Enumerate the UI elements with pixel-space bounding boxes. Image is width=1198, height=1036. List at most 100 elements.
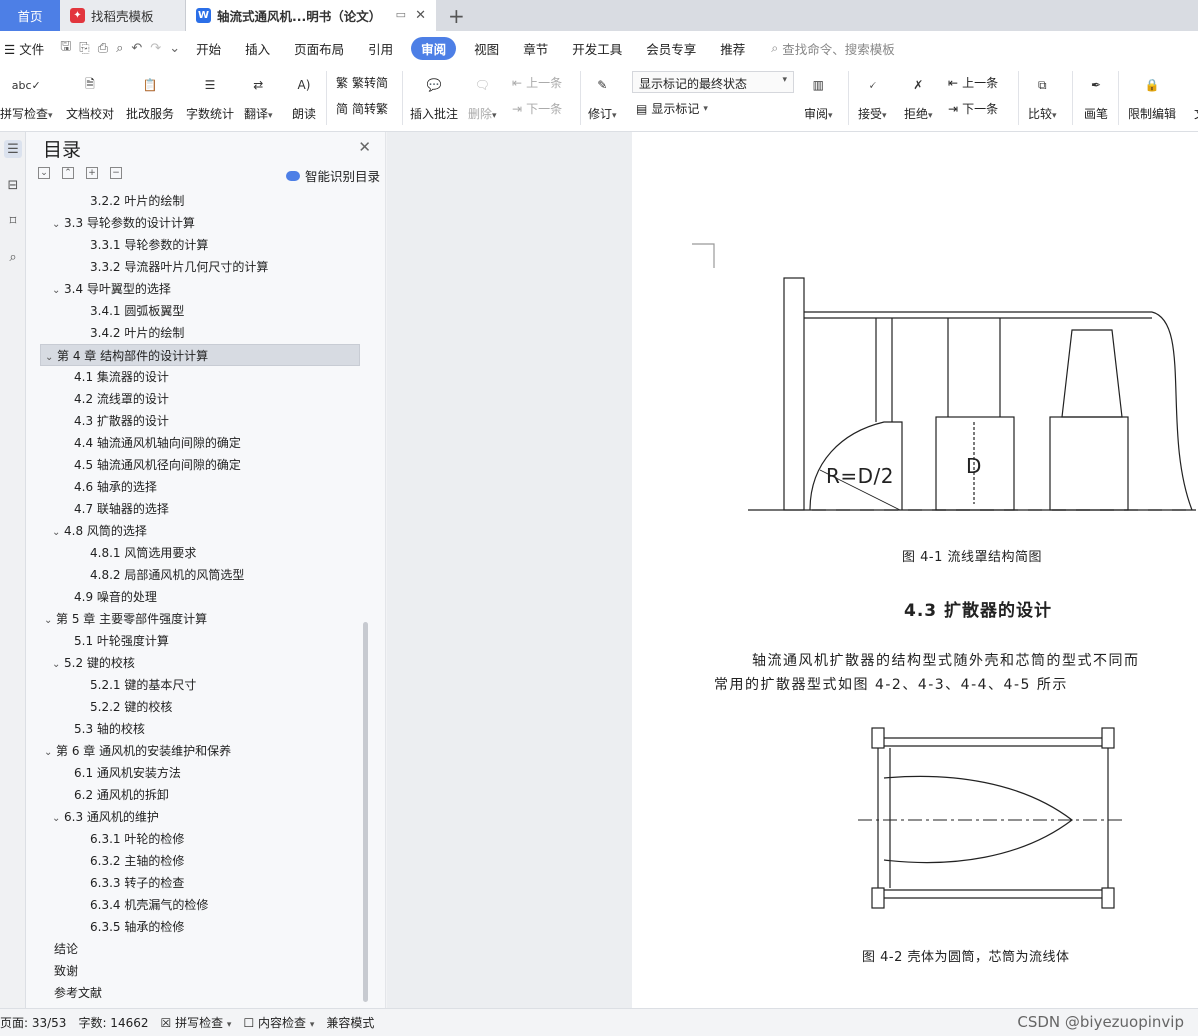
spell-check-status[interactable]: ☒ 拼写检查 ▾ [155, 1014, 238, 1031]
toc-item[interactable]: 3.4.2 叶片的绘制 [40, 322, 360, 344]
toc-item[interactable]: ⌄ 3.3 导轮参数的设计计算 [40, 212, 360, 234]
content-check-status[interactable]: ☐ 内容检查 ▾ [237, 1014, 320, 1031]
chapter-nav-icon[interactable]: ⊟ [4, 176, 22, 194]
expand-all-icon[interactable]: ⌄ [38, 167, 50, 179]
show-markup-button[interactable]: ▤ 显示标记 ▾ [636, 100, 708, 117]
toc-item[interactable]: 4.8.2 局部通风机的风筒选型 [40, 564, 360, 586]
toc-item[interactable]: 参考文献 [40, 982, 360, 1004]
toc-item[interactable]: ⌄ 4.8 风筒的选择 [40, 520, 360, 542]
toc-item[interactable]: 6.3.4 机壳漏气的检修 [40, 894, 360, 916]
prev-change-button[interactable]: ⇤ 上一条 [948, 74, 998, 91]
menu-developer[interactable]: 开发工具 [560, 39, 634, 58]
export-pdf-icon[interactable]: ⎘ [75, 41, 93, 56]
restrict-edit-button[interactable]: 🔒 限制编辑 [1128, 71, 1176, 122]
toc-item[interactable]: 4.7 联轴器的选择 [40, 498, 360, 520]
delete-comment-button[interactable]: 🗨 删除▾ [468, 71, 497, 122]
next-comment-button[interactable]: ⇥ 下一条 [512, 100, 562, 117]
read-aloud-button[interactable]: A) 朗读 [290, 71, 318, 122]
menu-review[interactable]: 审阅 [411, 36, 457, 60]
ink-button[interactable]: ✒ 画笔 [1082, 71, 1110, 122]
toc-item[interactable]: 6.3.1 叶轮的检修 [40, 828, 360, 850]
print-icon[interactable]: ⎙ [94, 41, 112, 56]
search-icon[interactable]: ⌕ [4, 248, 22, 266]
tab-home[interactable]: 首页 [0, 0, 60, 31]
chevron-down-icon[interactable]: ⌄ [44, 610, 56, 632]
chevron-down-icon[interactable]: ⌄ [52, 654, 64, 676]
compare-button[interactable]: ⧉ 比较▾ [1028, 71, 1057, 122]
toc-item[interactable]: 4.2 流线罩的设计 [40, 388, 360, 410]
menu-chapter[interactable]: 章节 [511, 39, 560, 58]
menu-recommend[interactable]: 推荐 [708, 39, 757, 58]
tab-template[interactable]: ✦ 找稻壳模板 [60, 0, 186, 31]
simp-to-trad-button[interactable]: 简简转繁 [336, 100, 388, 117]
chevron-down-icon[interactable]: ⌄ [52, 280, 64, 302]
toc-item[interactable]: 3.3.2 导流器叶片几何尺寸的计算 [40, 256, 360, 278]
toc-item[interactable]: 6.1 通风机安装方法 [40, 762, 360, 784]
toc-item[interactable]: 6.2 通风机的拆卸 [40, 784, 360, 806]
close-icon[interactable]: ✕ [358, 138, 371, 156]
toc-item[interactable]: 4.6 轴承的选择 [40, 476, 360, 498]
close-tab-icon[interactable]: ✕ [415, 8, 426, 23]
doc-proof-button[interactable]: 🗎 文档校对 [66, 71, 114, 122]
toc-scrollbar[interactable] [363, 622, 368, 1002]
toc-item[interactable]: 3.2.2 叶片的绘制 [40, 190, 360, 212]
toc-item[interactable]: 3.3.1 导轮参数的计算 [40, 234, 360, 256]
bookmark-icon[interactable]: ⌑ [4, 212, 22, 230]
review-pane-button[interactable]: ▥ 审阅▾ [804, 71, 833, 122]
trad-to-simp-button[interactable]: 繁繁转简 [336, 74, 388, 91]
remove-level-icon[interactable]: − [110, 167, 122, 179]
insert-comment-button[interactable]: 💬 插入批注 [410, 71, 458, 122]
new-tab-button[interactable]: + [436, 0, 477, 31]
chevron-down-icon[interactable]: ⌄ [52, 214, 64, 236]
prev-comment-button[interactable]: ⇤ 上一条 [512, 74, 562, 91]
toc-item[interactable]: ⌄ 3.4 导叶翼型的选择 [40, 278, 360, 300]
menu-member[interactable]: 会员专享 [634, 39, 708, 58]
toc-item[interactable]: ⌄ 第 5 章 主要零部件强度计算 [40, 608, 360, 630]
toc-item[interactable]: 5.3 轴的校核 [40, 718, 360, 740]
toc-item[interactable]: 结论 [40, 938, 360, 960]
menu-insert[interactable]: 插入 [233, 39, 282, 58]
chevron-down-icon[interactable]: ⌄ [44, 742, 56, 764]
toc-item[interactable]: ⌄ 5.2 键的校核 [40, 652, 360, 674]
toc-item[interactable]: 5.1 叶轮强度计算 [40, 630, 360, 652]
toc-item[interactable]: 致谢 [40, 960, 360, 982]
next-change-button[interactable]: ⇥ 下一条 [948, 100, 998, 117]
review-service-button[interactable]: 📋 批改服务 [126, 71, 174, 122]
page-indicator[interactable]: 页面: 33/53 [0, 1014, 72, 1031]
toc-item[interactable]: 6.3.3 转子的检查 [40, 872, 360, 894]
smart-toc-button[interactable]: 智能识别目录 [286, 166, 380, 185]
print-preview-icon[interactable]: ⌕ [112, 41, 127, 56]
toc-item[interactable]: 3.4.1 圆弧板翼型 [40, 300, 360, 322]
tab-document[interactable]: W 轴流式通风机...明书（论文） ▭ ✕ [186, 0, 436, 31]
file-menu[interactable]: ☰ 文件 [0, 39, 56, 58]
command-search[interactable]: ⌕ 查找命令、搜索模板 [771, 39, 895, 58]
toc-item[interactable]: 4.5 轴流通风机径向间隙的确定 [40, 454, 360, 476]
pin-tab-icon[interactable]: ▭ [396, 8, 406, 21]
chevron-down-icon[interactable]: ⌄ [52, 522, 64, 544]
menu-page-layout[interactable]: 页面布局 [282, 39, 356, 58]
word-count-button[interactable]: ☰ 字数统计 [186, 71, 234, 122]
toc-item[interactable]: 4.4 轴流通风机轴向间隙的确定 [40, 432, 360, 454]
menu-view[interactable]: 视图 [462, 39, 511, 58]
toc-item[interactable]: 6.3.2 主轴的检修 [40, 850, 360, 872]
translate-button[interactable]: ⇄ 翻译▾ [244, 71, 273, 122]
word-count-status[interactable]: 字数: 14662 [72, 1014, 154, 1031]
collapse-all-icon[interactable]: ⌃ [62, 167, 74, 179]
toc-item[interactable]: 5.2.1 键的基本尺寸 [40, 674, 360, 696]
chevron-down-icon[interactable]: ⌄ [52, 808, 64, 830]
toc-icon[interactable]: ☰ [4, 140, 22, 158]
toc-item[interactable]: 5.2.2 键的校核 [40, 696, 360, 718]
undo-icon[interactable]: ↶ [127, 41, 146, 56]
spell-check-button[interactable]: abc✓ 拼写检查▾ [0, 71, 53, 122]
menu-references[interactable]: 引用 [356, 39, 405, 58]
toc-item[interactable]: 6.3.5 轴承的检修 [40, 916, 360, 938]
toc-item[interactable]: 4.1 集流器的设计 [40, 366, 360, 388]
toc-item[interactable]: 4.9 噪音的处理 [40, 586, 360, 608]
reject-button[interactable]: ✗ 拒绝▾ [904, 71, 933, 122]
doc-rights-button[interactable]: 文 [1186, 71, 1198, 122]
toc-item[interactable]: ⌄ 第 6 章 通风机的安装维护和保养 [40, 740, 360, 762]
markup-state-select[interactable]: 显示标记的最终状态 ▾ [632, 71, 794, 93]
toc-item[interactable]: 4.8.1 风筒选用要求 [40, 542, 360, 564]
menu-start[interactable]: 开始 [184, 39, 233, 58]
add-level-icon[interactable]: + [86, 167, 98, 179]
